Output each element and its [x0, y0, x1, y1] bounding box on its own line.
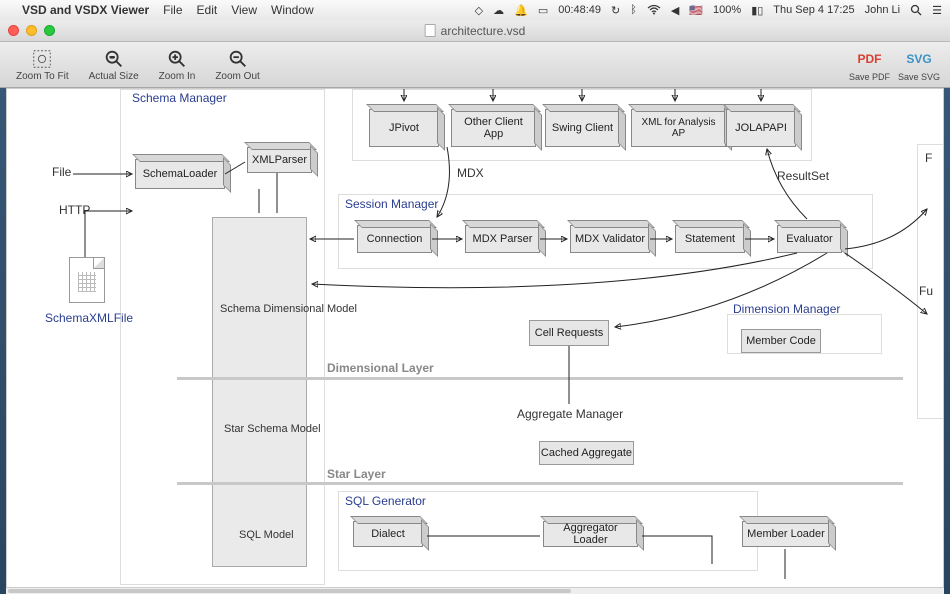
sync-icon[interactable]: ↻ [611, 4, 620, 17]
member-loader-box: Member Loader [742, 521, 830, 547]
menu-window[interactable]: Window [271, 3, 314, 17]
actual-size-icon: = [103, 48, 125, 70]
zoom-out-icon [227, 48, 249, 70]
wifi-icon[interactable] [647, 5, 661, 15]
statement-box: Statement [675, 225, 745, 253]
member-code-box: Member Code [741, 329, 821, 353]
app-name[interactable]: VSD and VSDX Viewer [22, 3, 149, 17]
bluetooth-icon[interactable]: ᛒ [630, 4, 637, 16]
bell-icon[interactable]: 🔔 [514, 4, 528, 17]
timer-status[interactable]: 00:48:49 [558, 4, 601, 16]
macos-menubar: VSD and VSDX Viewer File Edit View Windo… [0, 0, 950, 20]
svg-text:=: = [109, 52, 114, 61]
save-pdf-button[interactable]: PDF Save PDF [849, 48, 890, 82]
notifications-icon[interactable]: ☰ [932, 4, 942, 17]
resultset-label: ResultSet [777, 169, 829, 183]
f-partial-label: F [925, 151, 932, 165]
window-titlebar: architecture.vsd [0, 20, 950, 42]
cloud-icon[interactable]: ☁ [493, 4, 504, 17]
aggregate-manager-label: Aggregate Manager [517, 407, 623, 421]
sql-generator-label: SQL Generator [345, 494, 426, 508]
star-schema-model-label: Star Schema Model [224, 423, 321, 435]
schema-dim-model-label: Schema Dimensional Model [220, 303, 357, 315]
file-label: File [52, 165, 71, 179]
mdx-validator-box: MDX Validator [570, 225, 650, 253]
pdf-icon: PDF [856, 48, 882, 71]
cell-requests-box: Cell Requests [529, 320, 609, 346]
menu-edit[interactable]: Edit [197, 3, 218, 17]
fu-partial-label: Fu [919, 284, 933, 298]
svg-icon: SVG [906, 48, 932, 71]
aggregator-loader-box: Aggregator Loader [543, 521, 638, 547]
document-title: architecture.vsd [425, 24, 526, 38]
connection-box: Connection [357, 225, 432, 253]
dropbox-icon[interactable]: ◇ [475, 4, 483, 17]
zoom-to-fit-button[interactable]: Zoom To Fit [10, 46, 75, 84]
zoom-fit-icon [31, 48, 53, 70]
dimension-manager-label: Dimension Manager [733, 302, 840, 316]
toolbar: Zoom To Fit = Actual Size Zoom In Zoom O… [0, 42, 950, 88]
zoom-in-icon [166, 48, 188, 70]
session-manager-label: Session Manager [345, 197, 438, 211]
actual-size-button[interactable]: = Actual Size [83, 46, 145, 84]
zoom-in-button[interactable]: Zoom In [153, 46, 202, 84]
schema-xml-file-icon [69, 257, 105, 303]
minimize-button[interactable] [26, 25, 37, 36]
maximize-button[interactable] [44, 25, 55, 36]
schema-xml-file-label: SchemaXMLFile [45, 311, 133, 325]
model-box [212, 217, 307, 567]
screen-icon[interactable]: ▭ [538, 4, 548, 17]
jpivot-box: JPivot [369, 109, 439, 147]
swing-client-box: Swing Client [545, 109, 620, 147]
dialect-box: Dialect [353, 521, 423, 547]
mdx-parser-box: MDX Parser [465, 225, 540, 253]
star-layer-line [177, 482, 903, 485]
close-button[interactable] [8, 25, 19, 36]
volume-icon[interactable]: ◀ [671, 4, 679, 17]
dim-layer-label: Dimensional Layer [327, 361, 434, 375]
other-client-box: Other Client App [451, 109, 536, 147]
diagram-canvas[interactable]: Schema Manager Session Manager Dimension… [6, 88, 944, 588]
menu-view[interactable]: View [231, 3, 257, 17]
sql-model-label: SQL Model [239, 529, 294, 541]
jolap-box: JOLAPAPI [726, 109, 796, 147]
user-name[interactable]: John Li [865, 4, 900, 16]
star-layer-label: Star Layer [327, 467, 386, 481]
evaluator-box: Evaluator [777, 225, 842, 253]
battery-status[interactable]: 100% [713, 4, 741, 16]
mdx-label: MDX [457, 166, 484, 180]
cached-aggregate-box: Cached Aggregate [539, 441, 634, 465]
right-partial-group [917, 144, 944, 419]
dim-layer-line [177, 377, 903, 380]
spotlight-icon[interactable] [910, 4, 922, 16]
xml-parser-box: XMLParser [247, 147, 312, 173]
datetime-status[interactable]: Thu Sep 4 17:25 [773, 4, 854, 16]
http-label: HTTP [59, 203, 90, 217]
schema-loader-box: SchemaLoader [135, 159, 225, 189]
xml-analysis-box: XML for Analysis AP [631, 109, 726, 147]
schema-manager-label: Schema Manager [132, 91, 227, 105]
horizontal-scrollbar[interactable] [6, 587, 944, 594]
zoom-out-button[interactable]: Zoom Out [209, 46, 265, 84]
battery-icon[interactable]: ▮▯ [751, 4, 763, 17]
document-icon [425, 24, 436, 37]
save-svg-button[interactable]: SVG Save SVG [898, 48, 940, 82]
menu-file[interactable]: File [163, 3, 182, 17]
flag-icon[interactable]: 🇺🇸 [689, 4, 703, 17]
